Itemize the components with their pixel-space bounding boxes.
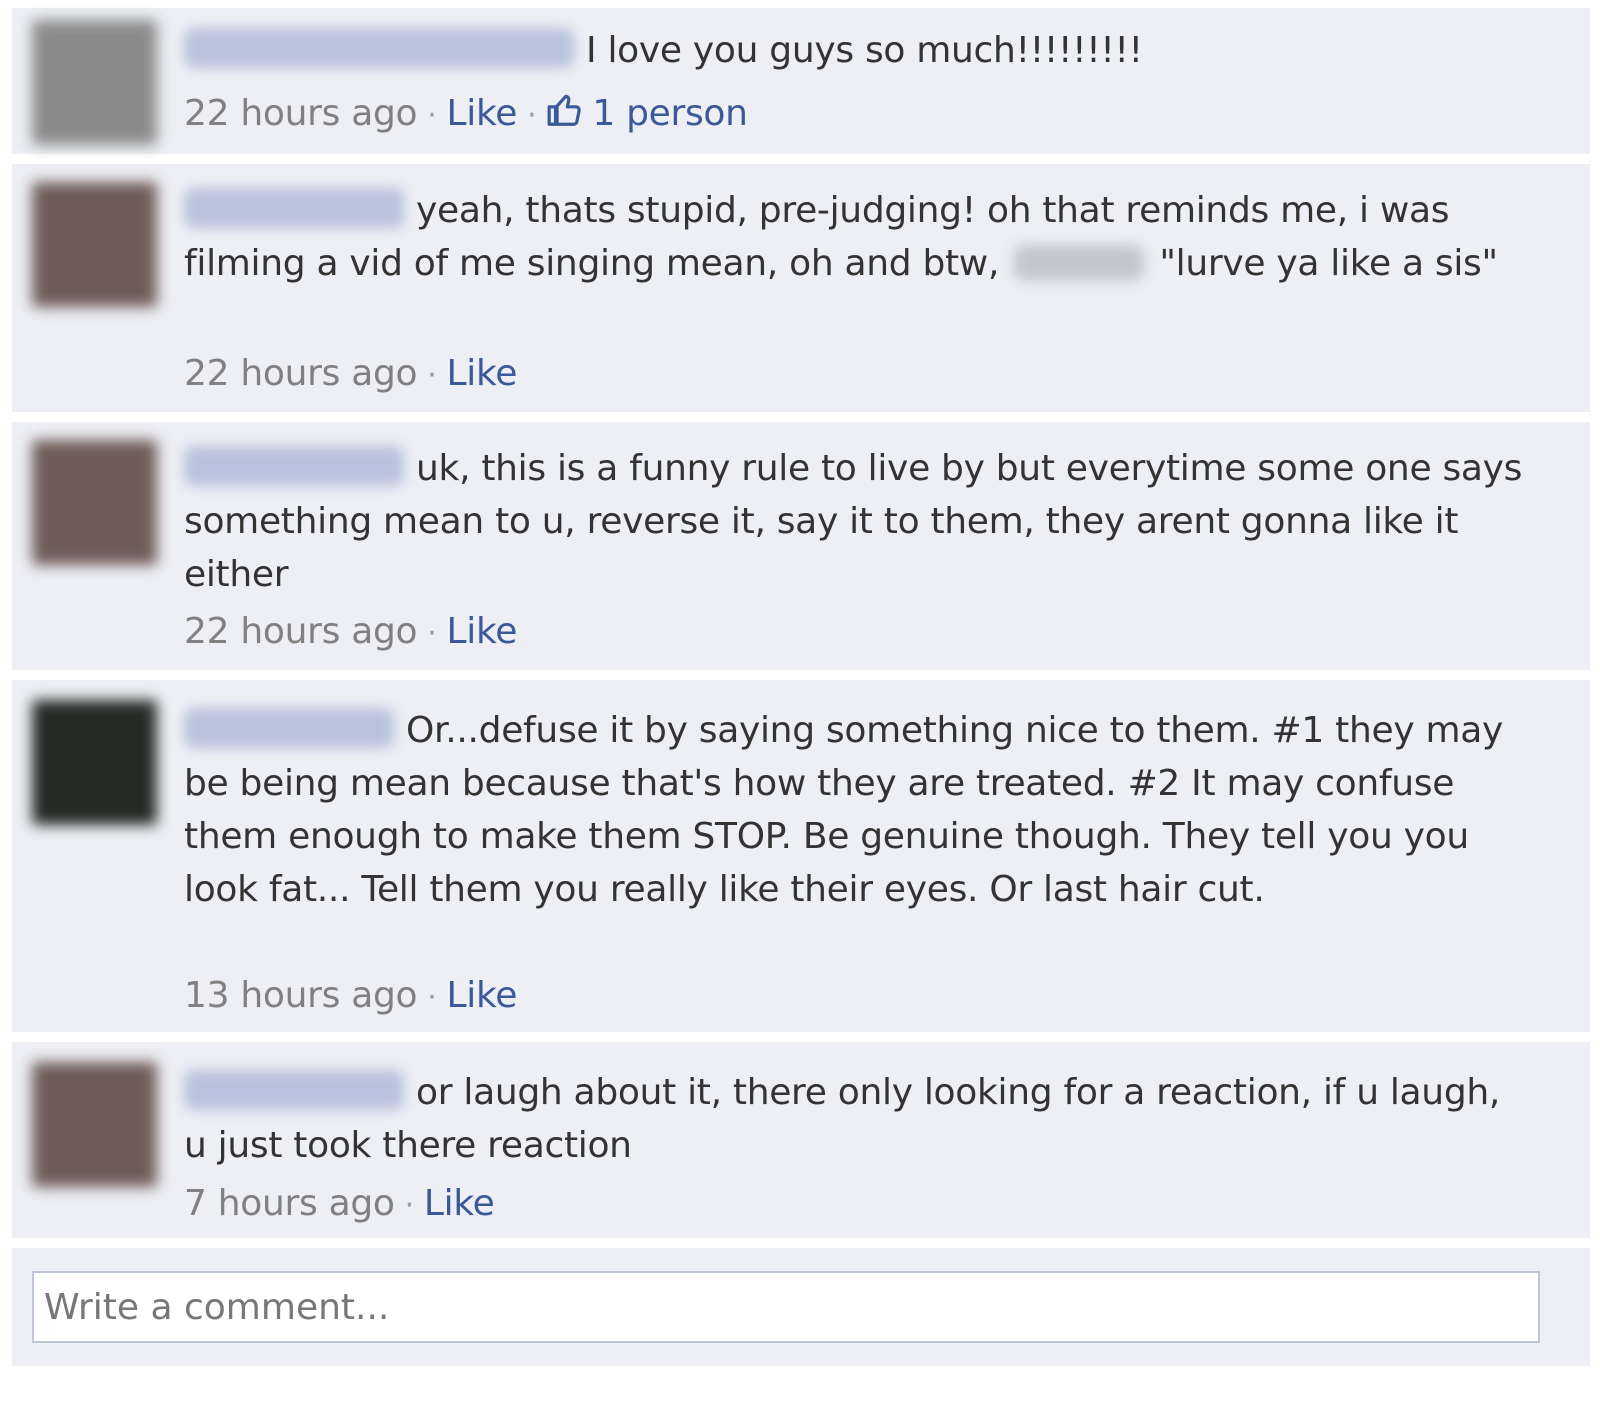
thumbs-up-icon [547, 94, 582, 126]
comment-item: Or...defuse it by saying something nice … [12, 680, 1590, 1032]
separator: · [427, 98, 437, 133]
comment-timestamp[interactable]: 7 hours ago [184, 1183, 395, 1224]
like-count[interactable]: 1 person [546, 93, 748, 134]
comment-thread: I love you guys so much!!!!!!!!! 22 hour… [12, 0, 1590, 1417]
like-link[interactable]: Like [447, 353, 518, 394]
comment-timestamp[interactable]: 22 hours ago [184, 93, 418, 134]
author-name-redacted[interactable] [184, 28, 574, 68]
author-name-redacted[interactable] [184, 708, 394, 748]
comment-item: yeah, thats stupid, pre-judging! oh that… [12, 164, 1590, 412]
like-link[interactable]: Like [424, 1183, 495, 1224]
separator: · [527, 98, 537, 133]
avatar[interactable] [32, 700, 157, 825]
comment-item: uk, this is a funny rule to live by but … [12, 422, 1590, 670]
comment-input[interactable] [32, 1271, 1540, 1343]
comment-item: I love you guys so much!!!!!!!!! 22 hour… [12, 8, 1590, 154]
comment-timestamp[interactable]: 22 hours ago [184, 353, 418, 394]
comment-timestamp[interactable]: 13 hours ago [184, 975, 418, 1016]
author-name-redacted[interactable] [184, 188, 404, 228]
avatar[interactable] [32, 1062, 157, 1187]
like-link[interactable]: Like [447, 975, 518, 1016]
comment-item: or laugh about it, there only looking fo… [12, 1042, 1590, 1238]
separator: · [404, 1188, 415, 1223]
comment-meta: 13 hours ago · Like [184, 972, 517, 1022]
comment-meta: 22 hours ago · Like [184, 350, 517, 400]
mention-redacted[interactable] [1014, 245, 1145, 281]
avatar[interactable] [32, 20, 157, 145]
comment-timestamp[interactable]: 22 hours ago [184, 611, 418, 652]
avatar[interactable] [32, 440, 157, 565]
comment-meta: 22 hours ago · Like [184, 608, 517, 658]
like-link[interactable]: Like [447, 611, 518, 652]
author-name-redacted[interactable] [184, 446, 404, 486]
comment-text-continued: "lurve ya like a sis" [1159, 243, 1498, 284]
separator: · [427, 358, 437, 393]
separator: · [427, 980, 437, 1015]
comment-composer [12, 1248, 1590, 1366]
comment-meta: 22 hours ago · Like · 1 person [184, 90, 748, 140]
like-link[interactable]: Like [447, 93, 518, 134]
separator: · [427, 616, 437, 651]
author-name-redacted[interactable] [184, 1070, 404, 1110]
comment-meta: 7 hours ago · Like [184, 1180, 495, 1230]
comment-text: I love you guys so much!!!!!!!!! [586, 30, 1143, 71]
avatar[interactable] [32, 182, 157, 307]
